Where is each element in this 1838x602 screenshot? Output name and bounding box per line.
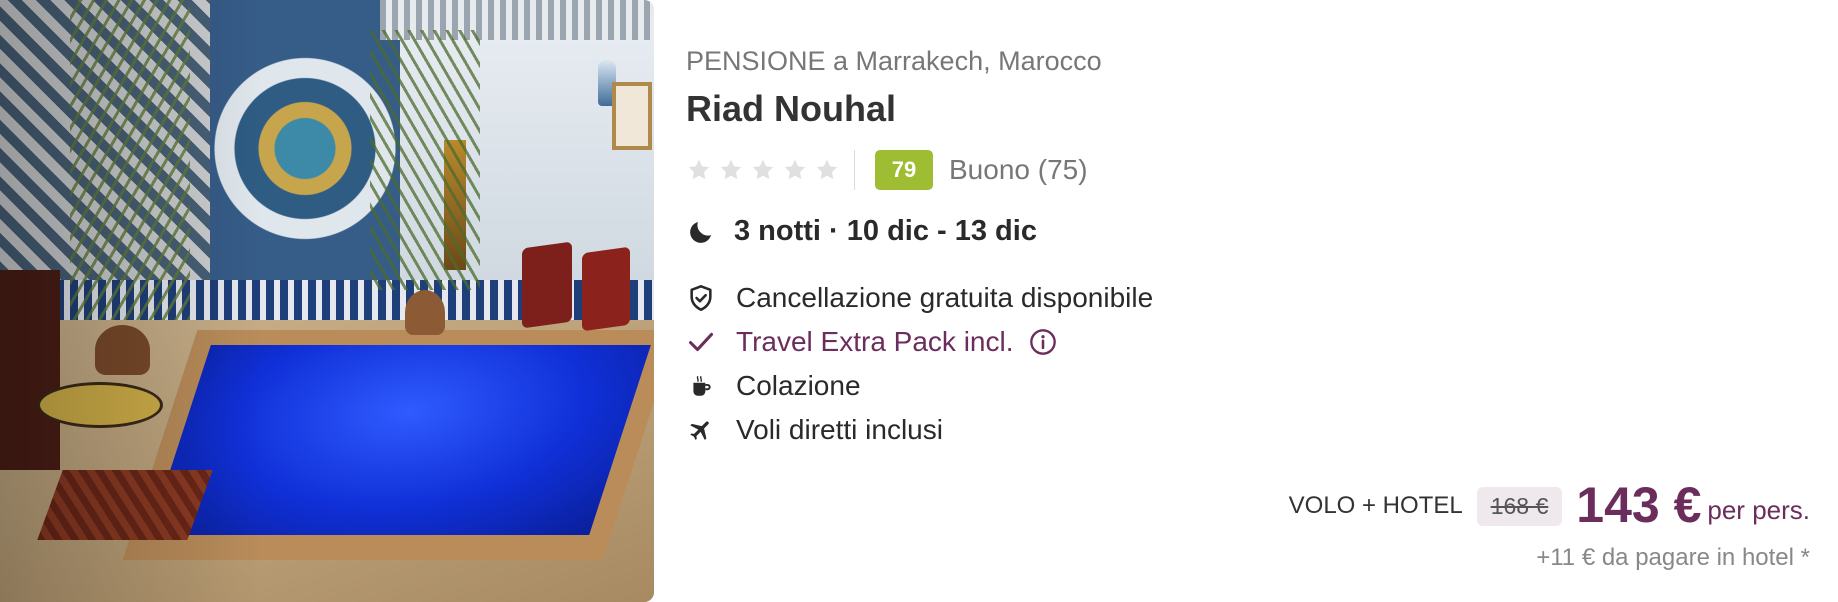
airplane-icon xyxy=(686,415,716,445)
hotel-name[interactable]: Riad Nouhal xyxy=(686,88,896,130)
accommodation-type-location: PENSIONE a Marrakech, Marocco xyxy=(686,46,1102,76)
star-icon xyxy=(814,157,840,183)
feature-text: Colazione xyxy=(736,370,861,401)
coffee-cup-icon xyxy=(686,371,716,401)
rating-divider xyxy=(854,150,855,190)
star-rating xyxy=(686,157,840,183)
review-score-label[interactable]: Buono (75) xyxy=(949,154,1088,186)
feature-text: Cancellazione gratuita disponibile xyxy=(736,282,1154,313)
price-block[interactable]: VOLO + HOTEL 168 € 143 € per pers. +11 €… xyxy=(1289,480,1810,572)
shield-check-icon xyxy=(686,283,716,313)
hotel-fee-note: +11 € da pagare in hotel * xyxy=(1536,544,1810,571)
feature-list: Cancellazione gratuita disponibile Trave… xyxy=(686,276,1153,452)
moon-icon xyxy=(690,221,711,243)
star-icon xyxy=(718,157,744,183)
review-score-badge[interactable]: 79 xyxy=(875,150,933,190)
feature-travel-extra-pack: Travel Extra Pack incl. xyxy=(686,320,1153,364)
price-row: VOLO + HOTEL 168 € 143 € per pers. xyxy=(1289,480,1810,530)
star-icon xyxy=(750,157,776,183)
feature-direct-flights: Voli diretti inclusi xyxy=(686,408,1153,452)
stay-dates: 3 notti · 10 dic - 13 dic xyxy=(686,215,1037,248)
feature-text: Voli diretti inclusi xyxy=(736,414,943,445)
feature-text: Travel Extra Pack incl. xyxy=(736,326,1014,357)
checkmark-icon xyxy=(686,327,716,357)
info-icon[interactable] xyxy=(1029,328,1057,356)
package-type-label: VOLO + HOTEL xyxy=(1288,492,1463,519)
star-icon xyxy=(686,157,712,183)
feature-breakfast: Colazione xyxy=(686,364,1153,408)
rating-row: 79 Buono (75) xyxy=(686,150,1088,190)
hotel-offer-card[interactable]: PENSIONE a Marrakech, Marocco Riad Nouha… xyxy=(0,0,1838,602)
per-person-label: per pers. xyxy=(1707,495,1810,525)
old-price: 168 € xyxy=(1476,487,1563,526)
feature-free-cancellation: Cancellazione gratuita disponibile xyxy=(686,276,1153,320)
stay-dates-text: 3 notti · 10 dic - 13 dic xyxy=(734,215,1037,247)
star-icon xyxy=(782,157,808,183)
current-price[interactable]: 143 € xyxy=(1576,480,1701,530)
hotel-photo[interactable] xyxy=(0,0,654,602)
offer-details: PENSIONE a Marrakech, Marocco Riad Nouha… xyxy=(686,0,1838,602)
